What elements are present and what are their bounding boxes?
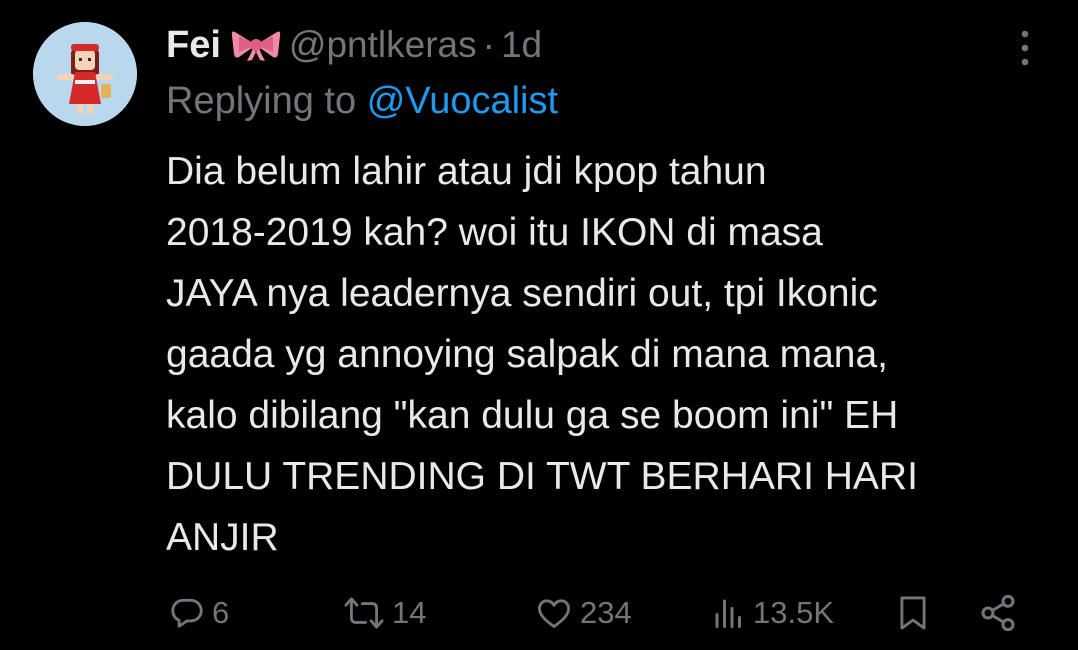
retweet-button[interactable]: 14 [342, 587, 426, 639]
reply-mention-link[interactable]: @Vuocalist [367, 80, 558, 122]
tweet-text-line: Dia belum lahir atau jdi kpop tahun [166, 150, 767, 193]
author-name[interactable]: Fei [166, 24, 221, 67]
tweet-header: Fei @pntlkeras · 1d [166, 20, 542, 70]
separator-dot: · [482, 24, 495, 65]
share-icon [981, 594, 1015, 632]
tweet-text-line: kalo dibilang "kan dulu ga se boom ini" … [166, 394, 899, 437]
ribbon-emoji [231, 31, 281, 61]
tweet-text: Dia belum lahir atau jdi kpop tahun 2018… [166, 141, 1056, 568]
like-count: 234 [580, 595, 632, 630]
reply-button[interactable]: 6 [168, 587, 229, 639]
views-count: 13.5K [753, 595, 835, 630]
reply-icon [171, 598, 203, 628]
bookmark-button[interactable] [894, 587, 932, 639]
replying-to-label: Replying to [166, 80, 357, 122]
timestamp[interactable]: 1d [501, 24, 542, 66]
tweet-text-line: DULU TRENDING DI TWT BERHARI HARI [166, 455, 918, 498]
more-vertical-icon[interactable] [1015, 28, 1035, 68]
heart-icon [538, 599, 570, 628]
retweet-count: 14 [392, 595, 427, 630]
views-icon [715, 599, 741, 628]
author-handle[interactable]: @pntlkeras [289, 24, 477, 66]
bookmark-icon [900, 596, 926, 630]
tweet-text-line: JAYA nya leadernya sendiri out, tpi Ikon… [166, 272, 878, 315]
share-button[interactable] [978, 587, 1018, 639]
reply-count: 6 [212, 595, 230, 630]
avatar[interactable] [33, 22, 137, 126]
retweet-icon [344, 597, 384, 629]
tweet-text-line: 2018-2019 kah? woi itu IKON di masa [166, 211, 823, 254]
views-button[interactable]: 13.5K [711, 587, 834, 639]
tweet-text-line: gaada yg annoying salpak di mana mana, [166, 333, 888, 376]
tweet-text-line: ANJIR [166, 516, 279, 559]
like-button[interactable]: 234 [534, 587, 632, 639]
action-bar: 6 14 234 13.5K [166, 587, 1036, 639]
replying-to: Replying to @Vuocalist [166, 78, 558, 124]
